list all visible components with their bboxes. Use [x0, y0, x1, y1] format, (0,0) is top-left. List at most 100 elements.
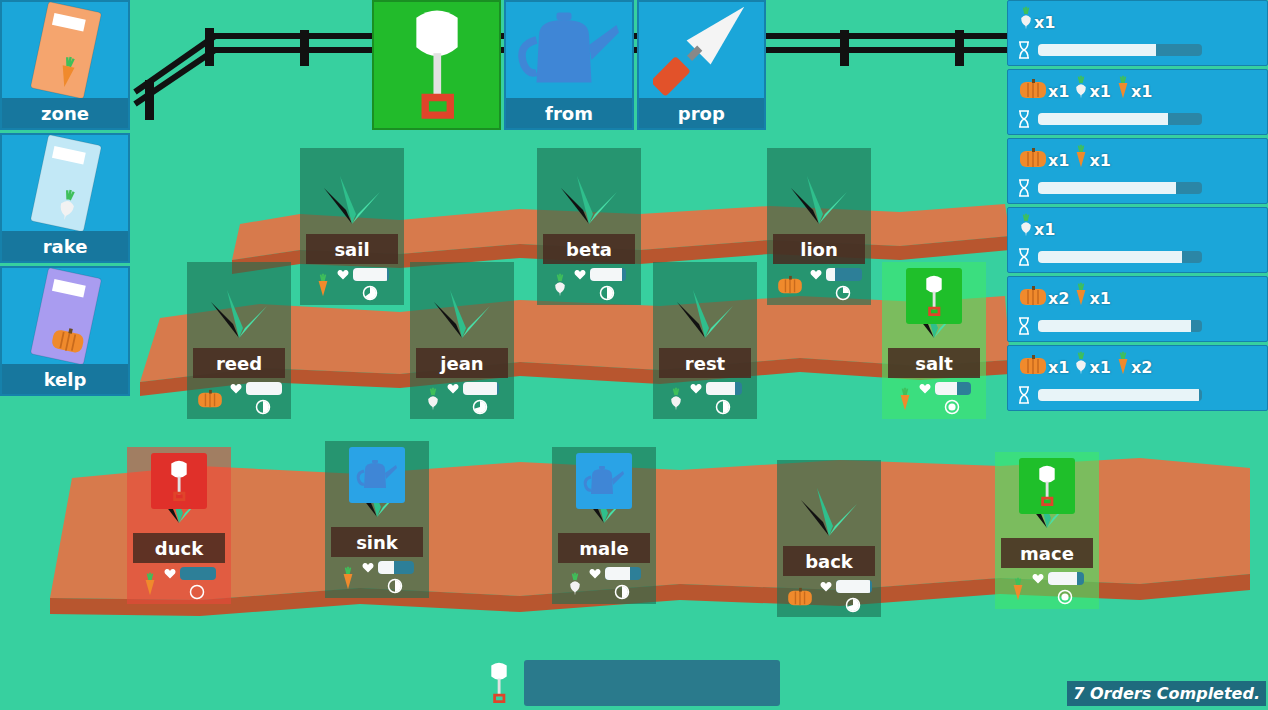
carrot-icon [897, 386, 913, 412]
heart-icon [230, 383, 242, 394]
order-timer [1018, 110, 1259, 128]
order-items: x1 [1018, 212, 1259, 238]
carrot-icon [315, 272, 331, 298]
growth-clock-icon [189, 584, 205, 600]
item-count: x2 [1048, 291, 1069, 307]
garden-plot[interactable]: rest [653, 262, 757, 419]
action-badge[interactable] [151, 453, 207, 509]
order-item: x1 [1073, 281, 1110, 307]
turnip-icon [1073, 350, 1089, 376]
carrot-icon [340, 565, 356, 591]
garden-plot[interactable]: duck [127, 447, 231, 604]
plot-name: rest [659, 348, 751, 378]
garden-plot[interactable]: lion [767, 148, 871, 305]
heart-icon [164, 568, 176, 579]
order-item: x1 [1073, 74, 1110, 100]
order-timer [1018, 248, 1259, 266]
carrot-icon [1073, 281, 1089, 307]
order-timer-fill [1038, 182, 1176, 194]
plot-meters [337, 268, 389, 301]
heart-icon [1032, 573, 1044, 584]
hourglass-icon [1018, 317, 1030, 335]
garden-plot[interactable]: jean [410, 262, 514, 419]
garden-plot[interactable]: back [777, 460, 881, 617]
garden-plot[interactable]: beta [537, 148, 641, 305]
health-row [810, 268, 862, 281]
plot-name: salt [888, 348, 980, 378]
hourglass-icon [1018, 248, 1030, 266]
item-count: x1 [1048, 153, 1069, 169]
hud: zonerakekelpfrompropx1x1x1x1x1x1x1x2x1x1… [0, 0, 1268, 710]
plant [555, 170, 623, 230]
order-timer-bar [1038, 44, 1202, 56]
plot-stats [567, 567, 641, 600]
item-count: x1 [1034, 15, 1055, 31]
pumpkin-icon [1018, 354, 1048, 376]
tool-button[interactable] [372, 0, 501, 130]
order-timer-fill [1038, 320, 1191, 332]
action-badge[interactable] [1019, 458, 1075, 514]
plot-stats [196, 382, 282, 415]
packet-art [15, 135, 115, 231]
item-count: x1 [1089, 84, 1110, 100]
shovel-icon [168, 459, 190, 503]
orders-completed: 7 Orders Completed. [1067, 681, 1266, 706]
plot-name: sail [306, 234, 398, 264]
heart-icon [574, 269, 586, 280]
garden-plot[interactable]: salt [882, 262, 986, 419]
item-count: x1 [1048, 360, 1069, 376]
plot-name: lion [773, 234, 865, 264]
plot-stats [142, 567, 216, 600]
garden-plot[interactable]: sail [300, 148, 404, 305]
plot-stats [786, 580, 872, 613]
tool-button[interactable]: prop [637, 0, 766, 130]
health-row [690, 382, 742, 395]
item-count: x2 [1131, 360, 1152, 376]
plot-name: back [783, 546, 875, 576]
plot-name: jean [416, 348, 508, 378]
order-timer-bar [1038, 182, 1202, 194]
order-item: x2 [1018, 285, 1069, 307]
order-card: x2x1 [1007, 276, 1268, 342]
garden-plot[interactable]: sink [325, 441, 429, 598]
growth-clock-icon [614, 584, 630, 600]
item-count: x1 [1089, 153, 1110, 169]
action-badge[interactable] [576, 453, 632, 509]
health-fill [826, 268, 835, 281]
action-badge[interactable] [349, 447, 405, 503]
garden-plot[interactable]: male [552, 447, 656, 604]
heart-icon [447, 383, 459, 394]
packet-label: rake [2, 231, 128, 261]
pumpkin-icon [776, 275, 804, 295]
plot-name: duck [133, 533, 225, 563]
seed-packet[interactable]: zone [0, 0, 130, 130]
order-item: x1 [1018, 78, 1069, 100]
order-item: x1 [1018, 354, 1069, 376]
pumpkin-icon [1018, 147, 1048, 169]
health-row [820, 580, 872, 593]
order-items: x1 x1 [1018, 143, 1259, 169]
command-input[interactable] [524, 660, 780, 706]
top-bar: zonerakekelpfrompropx1x1x1x1x1x1x1x2x1x1… [0, 0, 1268, 411]
order-items: x1 [1018, 5, 1259, 31]
health-fill [605, 567, 630, 580]
seed-packet[interactable]: rake [0, 133, 130, 263]
order-timer [1018, 41, 1259, 59]
heart-icon [820, 581, 832, 592]
action-badge[interactable] [906, 268, 962, 324]
heart-icon [362, 562, 374, 573]
heart-icon [919, 383, 931, 394]
order-card: x1 [1007, 0, 1268, 66]
health-row [447, 382, 499, 395]
packet-label: kelp [2, 364, 128, 394]
garden-plot[interactable]: mace [995, 452, 1099, 609]
seed-packet[interactable]: kelp [0, 266, 130, 396]
garden-plot[interactable]: reed [187, 262, 291, 419]
packet-art [15, 2, 115, 98]
shovel-icon [923, 274, 945, 318]
watering-can-icon [514, 10, 624, 90]
plant [205, 284, 273, 344]
turnip-icon [1018, 5, 1034, 31]
watering-can-icon [355, 459, 399, 491]
tool-button[interactable]: from [504, 0, 633, 130]
